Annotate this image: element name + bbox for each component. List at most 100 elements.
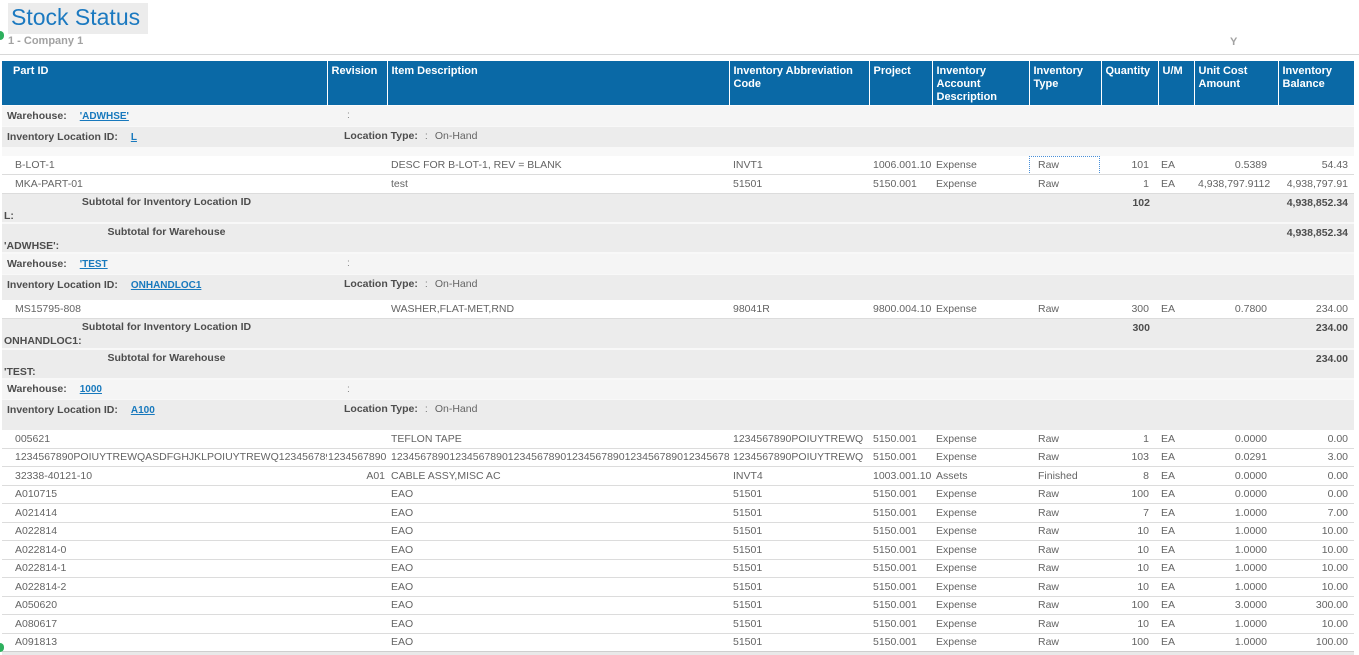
cell-um[interactable]: EA bbox=[1158, 504, 1194, 523]
cell-um[interactable]: EA bbox=[1158, 559, 1194, 578]
cell-balance[interactable]: 300.00 bbox=[1278, 596, 1354, 615]
cell-inv-type[interactable]: Raw bbox=[1029, 430, 1101, 449]
cell-balance[interactable]: 10.00 bbox=[1278, 541, 1354, 560]
cell-inv-type[interactable]: Finished bbox=[1029, 467, 1101, 486]
cell-inv-type[interactable]: Raw bbox=[1029, 578, 1101, 597]
cell-description[interactable]: TEFLON TAPE bbox=[387, 430, 729, 449]
cell-balance[interactable]: 100.00 bbox=[1278, 633, 1354, 652]
cell-revision[interactable] bbox=[327, 156, 387, 175]
cell-account[interactable]: Expense bbox=[932, 541, 1029, 560]
cell-revision[interactable] bbox=[327, 485, 387, 504]
cell-abbrev[interactable]: 51501 bbox=[729, 559, 869, 578]
cell-qty[interactable]: 10 bbox=[1101, 522, 1158, 541]
cell-balance[interactable]: 4,938,797.91 bbox=[1278, 175, 1354, 194]
cell-description[interactable]: test bbox=[387, 175, 729, 194]
cell-part-id[interactable]: A080617 bbox=[2, 615, 327, 634]
cell-project[interactable]: 5150.001 bbox=[869, 633, 932, 652]
cell-um[interactable]: EA bbox=[1158, 633, 1194, 652]
cell-inv-type[interactable]: Raw bbox=[1029, 504, 1101, 523]
cell-unit-cost[interactable]: 1.0000 bbox=[1194, 504, 1278, 523]
cell-revision[interactable] bbox=[327, 175, 387, 194]
cell-balance[interactable]: 234.00 bbox=[1278, 300, 1354, 319]
cell-account[interactable]: Expense bbox=[932, 578, 1029, 597]
cell-abbrev[interactable]: 51501 bbox=[729, 175, 869, 194]
cell-project[interactable]: 9800.004.10 bbox=[869, 300, 932, 319]
cell-description[interactable]: EAO bbox=[387, 559, 729, 578]
cell-revision[interactable]: 1234567890 bbox=[327, 448, 387, 467]
cell-description[interactable]: EAO bbox=[387, 485, 729, 504]
cell-um[interactable]: EA bbox=[1158, 615, 1194, 634]
cell-inv-type[interactable]: Raw bbox=[1029, 633, 1101, 652]
cell-part-id[interactable]: A022814-2 bbox=[2, 578, 327, 597]
cell-abbrev[interactable]: 51501 bbox=[729, 615, 869, 634]
cell-um[interactable]: EA bbox=[1158, 448, 1194, 467]
cell-account[interactable]: Expense bbox=[932, 522, 1029, 541]
cell-inv-type[interactable]: Raw bbox=[1029, 300, 1101, 319]
cell-abbrev[interactable]: 51501 bbox=[729, 596, 869, 615]
cell-um[interactable]: EA bbox=[1158, 156, 1194, 175]
cell-balance[interactable]: 10.00 bbox=[1278, 522, 1354, 541]
cell-abbrev[interactable]: INVT4 bbox=[729, 467, 869, 486]
cell-revision[interactable] bbox=[327, 300, 387, 319]
cell-unit-cost[interactable]: 1.0000 bbox=[1194, 559, 1278, 578]
cell-balance[interactable]: 7.00 bbox=[1278, 504, 1354, 523]
cell-description[interactable]: EAO bbox=[387, 522, 729, 541]
cell-abbrev[interactable]: 1234567890POIUYTREWQ bbox=[729, 430, 869, 449]
cell-description[interactable]: EAO bbox=[387, 504, 729, 523]
warehouse-link[interactable]: 'ADWHSE' bbox=[80, 111, 129, 122]
cell-project[interactable]: 5150.001 bbox=[869, 430, 932, 449]
cell-account[interactable]: Expense bbox=[932, 559, 1029, 578]
cell-project[interactable]: 5150.001 bbox=[869, 596, 932, 615]
cell-part-id[interactable]: A021414 bbox=[2, 504, 327, 523]
cell-unit-cost[interactable]: 1.0000 bbox=[1194, 578, 1278, 597]
cell-um[interactable]: EA bbox=[1158, 578, 1194, 597]
location-link[interactable]: ONHANDLOC1 bbox=[131, 280, 202, 291]
cell-unit-cost[interactable]: 0.0000 bbox=[1194, 467, 1278, 486]
cell-qty[interactable]: 7 bbox=[1101, 504, 1158, 523]
cell-inv-type[interactable]: Raw bbox=[1029, 485, 1101, 504]
cell-balance[interactable]: 0.00 bbox=[1278, 467, 1354, 486]
cell-unit-cost[interactable]: 3.0000 bbox=[1194, 596, 1278, 615]
cell-account[interactable]: Expense bbox=[932, 633, 1029, 652]
cell-account[interactable]: Expense bbox=[932, 300, 1029, 319]
cell-revision[interactable]: A01 bbox=[327, 467, 387, 486]
cell-project[interactable]: 1006.001.10 bbox=[869, 156, 932, 175]
cell-qty[interactable]: 8 bbox=[1101, 467, 1158, 486]
cell-account[interactable]: Expense bbox=[932, 485, 1029, 504]
cell-inv-type[interactable]: Raw bbox=[1029, 559, 1101, 578]
cell-project[interactable]: 5150.001 bbox=[869, 448, 932, 467]
cell-description[interactable]: EAO bbox=[387, 578, 729, 597]
cell-description[interactable]: WASHER,FLAT-MET,RND bbox=[387, 300, 729, 319]
cell-revision[interactable] bbox=[327, 596, 387, 615]
cell-abbrev[interactable]: INVT1 bbox=[729, 156, 869, 175]
warehouse-link[interactable]: 1000 bbox=[80, 384, 102, 395]
cell-account[interactable]: Assets bbox=[932, 467, 1029, 486]
location-link[interactable]: L bbox=[131, 132, 137, 143]
cell-revision[interactable] bbox=[327, 559, 387, 578]
cell-part-id[interactable]: MKA-PART-01 bbox=[2, 175, 327, 194]
cell-revision[interactable] bbox=[327, 522, 387, 541]
cell-project[interactable]: 5150.001 bbox=[869, 541, 932, 560]
cell-account[interactable]: Expense bbox=[932, 175, 1029, 194]
cell-balance[interactable]: 0.00 bbox=[1278, 430, 1354, 449]
cell-qty[interactable]: 100 bbox=[1101, 596, 1158, 615]
warehouse-link[interactable]: 'TEST bbox=[80, 259, 108, 270]
cell-revision[interactable] bbox=[327, 430, 387, 449]
cell-revision[interactable] bbox=[327, 504, 387, 523]
cell-revision[interactable] bbox=[327, 541, 387, 560]
cell-part-id[interactable]: A022814 bbox=[2, 522, 327, 541]
cell-unit-cost[interactable]: 0.0000 bbox=[1194, 485, 1278, 504]
cell-account[interactable]: Expense bbox=[932, 615, 1029, 634]
cell-abbrev[interactable]: 1234567890POIUYTREWQ bbox=[729, 448, 869, 467]
cell-um[interactable]: EA bbox=[1158, 300, 1194, 319]
cell-part-id[interactable]: A091813 bbox=[2, 633, 327, 652]
cell-qty[interactable]: 1 bbox=[1101, 430, 1158, 449]
cell-project[interactable]: 1003.001.10 bbox=[869, 467, 932, 486]
cell-project[interactable]: 5150.001 bbox=[869, 175, 932, 194]
cell-abbrev[interactable]: 51501 bbox=[729, 504, 869, 523]
cell-account[interactable]: Expense bbox=[932, 156, 1029, 175]
cell-um[interactable]: EA bbox=[1158, 485, 1194, 504]
cell-qty[interactable]: 10 bbox=[1101, 559, 1158, 578]
cell-unit-cost[interactable]: 1.0000 bbox=[1194, 633, 1278, 652]
cell-qty[interactable]: 1 bbox=[1101, 175, 1158, 194]
